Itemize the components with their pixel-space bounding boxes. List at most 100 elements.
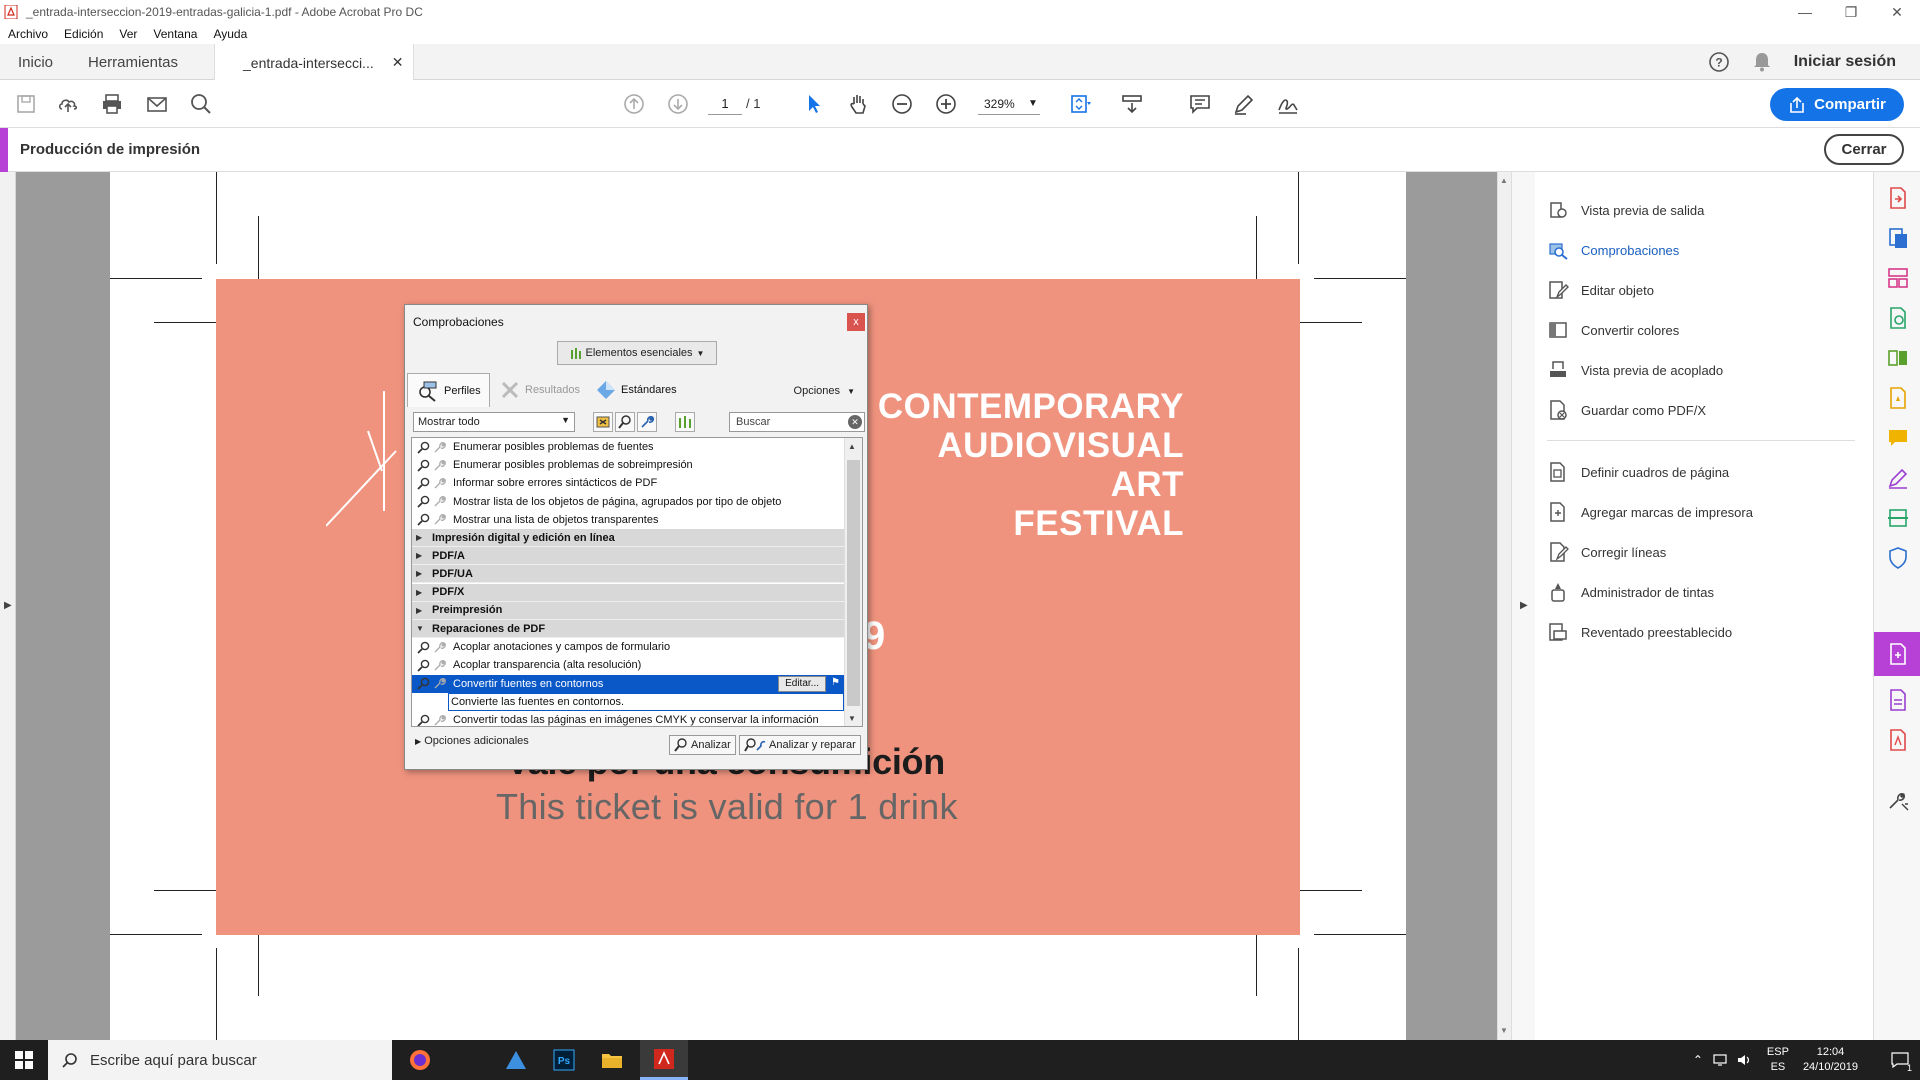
menu-ventana[interactable]: Ventana [145, 27, 205, 41]
taskbar-acrobat[interactable] [640, 1040, 688, 1080]
triangle-right-icon[interactable]: ▶ [416, 606, 426, 615]
triangle-down-icon[interactable]: ▼ [416, 624, 426, 633]
find-button[interactable] [187, 90, 215, 118]
sign-in-link[interactable]: Iniciar sesión [1794, 53, 1896, 71]
triangle-right-icon[interactable]: ▶ [416, 588, 426, 597]
profile-item[interactable]: Convertir todas las páginas en imágenes … [412, 711, 844, 726]
profile-group[interactable]: ▶ PDF/A [412, 547, 844, 566]
panel-item-printer-marks[interactable]: Agregar marcas de impresora [1547, 498, 1753, 526]
profile-group[interactable]: ▶ PDF/UA [412, 565, 844, 584]
tab-home[interactable]: Inicio [18, 44, 53, 80]
rail-comment[interactable] [1874, 418, 1920, 458]
scroll-down-icon[interactable]: ▼ [848, 714, 856, 723]
input-language[interactable]: ESP ES [1767, 1045, 1789, 1075]
help-icon[interactable]: ? [1708, 51, 1730, 73]
panel-item-save-pdfx[interactable]: Guardar como PDF/X [1547, 396, 1706, 424]
rail-document[interactable] [1874, 680, 1920, 720]
rail-pdf-standards[interactable] [1874, 720, 1920, 760]
rail-export-pdf[interactable] [1874, 178, 1920, 218]
rail-fill-sign[interactable] [1874, 458, 1920, 498]
panel-item-edit-object[interactable]: Editar objeto [1547, 276, 1654, 304]
rail-organize-pages[interactable] [1874, 258, 1920, 298]
options-dropdown[interactable]: Opciones ▼ [794, 385, 855, 397]
profile-item[interactable]: Mostrar una lista de objetos transparent… [412, 511, 844, 529]
save-button[interactable] [12, 90, 40, 118]
essentials-dropdown[interactable]: Elementos esenciales ▼ [557, 341, 717, 365]
tab-profiles[interactable]: Perfiles [407, 373, 490, 407]
taskbar-file-explorer[interactable] [588, 1040, 636, 1080]
previous-page-button[interactable] [620, 90, 648, 118]
panel-item-output-preview[interactable]: Vista previa de salida [1547, 196, 1704, 224]
analyze-button[interactable]: Analizar [669, 735, 736, 755]
profile-group[interactable]: ▶ Impresión digital y edición en línea [412, 529, 844, 547]
next-page-button[interactable] [664, 90, 692, 118]
panel-item-preflight[interactable]: Comprobaciones [1547, 236, 1679, 264]
rail-protect[interactable] [1874, 378, 1920, 418]
panel-item-trap-presets[interactable]: Reventado preestablecido [1547, 618, 1732, 646]
highlight-button[interactable] [1230, 90, 1258, 118]
tab-results[interactable]: Resultados [499, 373, 580, 407]
analyze-fix-button[interactable]: Analizar y reparar [739, 735, 861, 755]
menu-archivo[interactable]: Archivo [0, 27, 56, 41]
panel-item-fix-hairlines[interactable]: Corregir líneas [1547, 538, 1666, 566]
scrollbar-thumb[interactable] [847, 460, 860, 706]
upload-button[interactable] [54, 90, 82, 118]
dialog-search-input[interactable]: Buscar ✕ [729, 412, 865, 432]
expand-left-icon[interactable]: ▶ [4, 600, 12, 611]
triangle-right-icon[interactable]: ▶ [416, 533, 426, 542]
filter-fixups-button[interactable] [637, 412, 657, 432]
menu-edicion[interactable]: Edición [56, 27, 111, 41]
tab-document[interactable]: _entrada-intersecci... ✕ [214, 44, 415, 81]
profile-group[interactable]: ▶ Preimpresión [412, 601, 844, 620]
list-scrollbar[interactable]: ▲ ▼ [844, 438, 862, 726]
profile-item[interactable]: Enumerar posibles problemas de fuentes [412, 438, 844, 456]
hand-tool-button[interactable] [844, 90, 872, 118]
comment-button[interactable] [1186, 90, 1214, 118]
panel-item-page-boxes[interactable]: Definir cuadros de página [1547, 458, 1729, 486]
rail-compare[interactable] [1874, 338, 1920, 378]
profile-item[interactable]: Enumerar posibles problemas de sobreimpr… [412, 456, 844, 474]
zoom-dropdown-icon[interactable]: ▼ [1028, 93, 1038, 115]
email-button[interactable] [143, 90, 171, 118]
tab-close-icon[interactable]: ✕ [392, 54, 404, 71]
panel-item-convert-colors[interactable]: Convertir colores [1547, 316, 1679, 344]
show-all-select[interactable]: Mostrar todo ▼ [413, 412, 575, 432]
profile-item[interactable]: Acoplar transparencia (alta resolución) [412, 656, 844, 674]
dialog-close-button[interactable]: x [847, 313, 865, 331]
additional-options-toggle[interactable]: ▶ Opciones adicionales [415, 735, 529, 747]
rail-more-tools[interactable] [1874, 780, 1920, 820]
taskbar-clock[interactable]: 12:04 24/10/2019 [1803, 1045, 1858, 1075]
profile-item[interactable]: Mostrar lista de los objetos de página, … [412, 493, 844, 511]
action-center-button[interactable]: 1 [1880, 1040, 1920, 1080]
tab-tools[interactable]: Herramientas [88, 44, 178, 80]
document-scrollbar[interactable]: ▲ ▼ [1497, 172, 1511, 1040]
scroll-up-icon[interactable]: ▲ [848, 442, 856, 451]
fit-page-button[interactable] [1066, 90, 1094, 118]
taskbar-photoshop[interactable]: Ps [540, 1040, 588, 1080]
filter-library-button[interactable] [675, 412, 695, 432]
scroll-down-icon[interactable]: ▼ [1500, 1026, 1508, 1035]
menu-ayuda[interactable]: Ayuda [205, 27, 255, 41]
rail-protect-shield[interactable] [1874, 538, 1920, 578]
right-pane-toggle[interactable]: ▶ [1511, 172, 1535, 1040]
edit-profile-button[interactable]: Editar... [778, 675, 826, 692]
triangle-right-icon[interactable]: ▶ [416, 551, 426, 560]
volume-icon[interactable] [1737, 1053, 1753, 1067]
rail-scan[interactable] [1874, 498, 1920, 538]
panel-item-flattener-preview[interactable]: Vista previa de acoplado [1547, 356, 1723, 384]
network-icon[interactable] [1713, 1053, 1729, 1067]
minimize-button[interactable]: — [1782, 0, 1828, 24]
scroll-up-icon[interactable]: ▲ [1500, 176, 1508, 185]
taskbar-app-triangle[interactable] [492, 1040, 540, 1080]
taskbar-search[interactable]: Escribe aquí para buscar [48, 1040, 392, 1080]
rail-create-pdf[interactable] [1874, 218, 1920, 258]
collapse-right-icon[interactable]: ▶ [1520, 600, 1528, 611]
print-button[interactable] [98, 90, 126, 118]
scroll-mode-button[interactable] [1118, 90, 1146, 118]
triangle-right-icon[interactable]: ▶ [416, 569, 426, 578]
profile-item-selected[interactable]: Convertir fuentes en contornos Editar... ⚑ [412, 674, 844, 693]
zoom-out-button[interactable] [888, 90, 916, 118]
sign-button[interactable] [1274, 90, 1302, 118]
profile-item[interactable]: Acoplar anotaciones y campos de formular… [412, 638, 844, 656]
profile-item[interactable]: Informar sobre errores sintácticos de PD… [412, 474, 844, 492]
